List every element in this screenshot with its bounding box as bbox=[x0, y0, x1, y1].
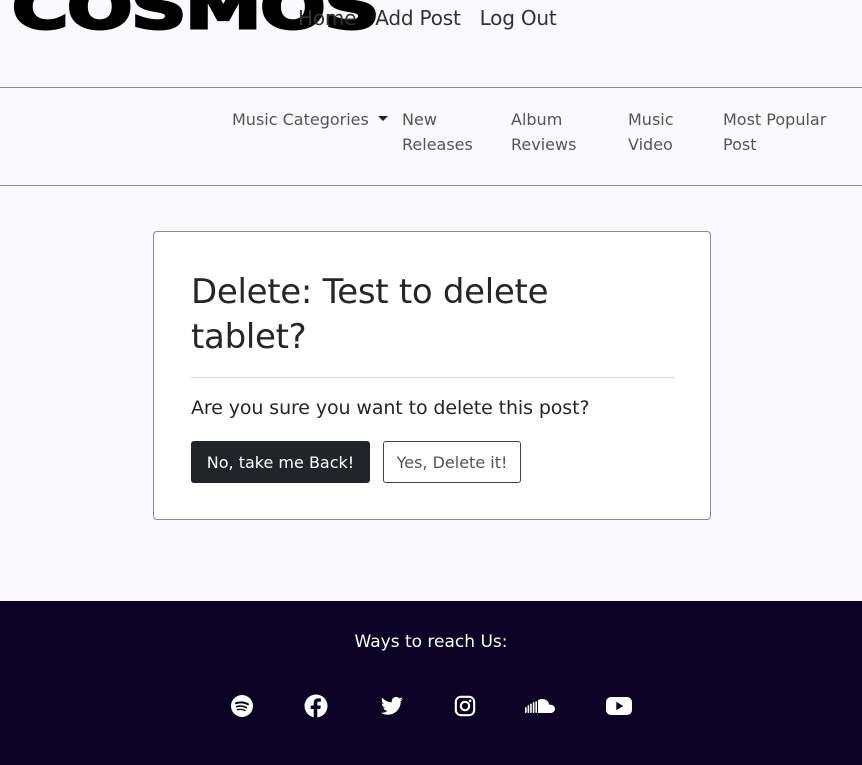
header-divider bbox=[0, 87, 862, 88]
soundcloud-icon[interactable] bbox=[524, 693, 558, 719]
category-nav: Music Categories New Releases Album Revi… bbox=[0, 107, 862, 167]
nav-add-post-link[interactable]: Add Post bbox=[375, 6, 461, 30]
cancel-back-button[interactable]: No, take me Back! bbox=[191, 441, 370, 483]
youtube-icon[interactable] bbox=[606, 693, 632, 719]
footer: Ways to reach Us: bbox=[0, 601, 862, 765]
category-music-video-link[interactable]: Music Video bbox=[628, 107, 698, 157]
music-categories-label: Music Categories bbox=[232, 110, 369, 129]
category-new-releases-link[interactable]: New Releases bbox=[402, 107, 492, 157]
footer-heading: Ways to reach Us: bbox=[354, 632, 508, 652]
nav-home-link[interactable]: Home bbox=[298, 6, 356, 30]
category-most-popular-link[interactable]: Most Popular Post bbox=[723, 107, 843, 157]
top-header: COSMOS Home Add Post Log Out bbox=[0, 0, 862, 88]
delete-question: Are you sure you want to delete this pos… bbox=[191, 397, 590, 419]
spotify-icon[interactable] bbox=[229, 693, 255, 719]
category-nav-divider bbox=[0, 185, 862, 186]
facebook-icon[interactable] bbox=[303, 693, 329, 719]
main-nav: Home Add Post Log Out bbox=[298, 6, 576, 30]
delete-title: Delete: Test to delete tablet? bbox=[191, 272, 549, 357]
caret-down-icon bbox=[377, 116, 388, 121]
category-album-reviews-link[interactable]: Album Reviews bbox=[511, 107, 601, 157]
instagram-icon[interactable] bbox=[452, 693, 478, 719]
confirm-delete-button[interactable]: Yes, Delete it! bbox=[383, 441, 521, 483]
delete-confirmation-card: Delete: Test to delete tablet? Are you s… bbox=[153, 231, 711, 520]
card-divider bbox=[191, 377, 675, 378]
nav-log-out-link[interactable]: Log Out bbox=[480, 6, 557, 30]
music-categories-dropdown[interactable]: Music Categories bbox=[232, 107, 388, 132]
twitter-icon[interactable] bbox=[379, 693, 405, 719]
